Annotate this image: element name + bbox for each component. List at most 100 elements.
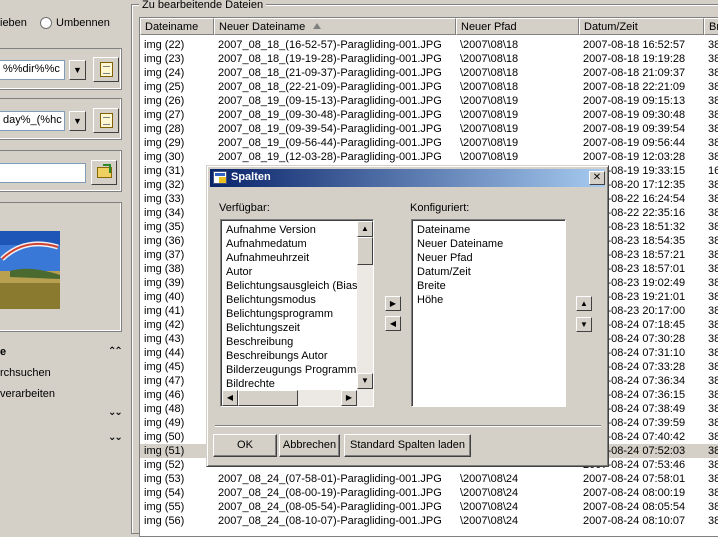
scroll-up-button[interactable]: ▲	[357, 221, 373, 237]
remove-column-button[interactable]: ◀	[385, 316, 401, 331]
configured-list-item[interactable]: Neuer Pfad	[417, 251, 473, 265]
table-cell: 2007_08_18_(16-52-57)-Paragliding-001.JP…	[218, 39, 442, 51]
dialog-title-bar[interactable]: Spalten ✕	[210, 169, 605, 187]
configured-list-item[interactable]: Datum/Zeit	[417, 265, 471, 279]
task-link-process[interactable]: verarbeiten	[0, 388, 55, 400]
grid-header: Dateiname Neuer Dateiname Neuer Pfad Dat…	[140, 18, 718, 35]
table-cell: img (42)	[144, 319, 185, 331]
available-list-item[interactable]: Aufnahmedatum	[226, 237, 307, 251]
table-cell: 38	[708, 375, 718, 387]
table-row[interactable]: img (22) 2007_08_18_(16-52-57)-Paraglidin…	[140, 38, 718, 52]
path-pattern-dropdown[interactable]: ▼	[69, 111, 86, 131]
column-header-new-filename[interactable]: Neuer Dateiname	[214, 18, 456, 35]
column-header-new-path[interactable]: Neuer Pfad	[456, 18, 579, 35]
table-row[interactable]: img (53) 2007_08_24_(07-58-01)-Paraglidin…	[140, 472, 718, 486]
document-icon	[100, 113, 113, 128]
load-default-columns-button[interactable]: Standard Spalten laden	[344, 434, 471, 457]
table-cell: 38	[708, 389, 718, 401]
pattern-box-2: day%_(%hc ▼	[0, 98, 122, 140]
available-vertical-scrollbar[interactable]: ▲ ▼	[357, 221, 373, 390]
table-cell: 38	[708, 319, 718, 331]
task-link-search[interactable]: rchsuchen	[0, 367, 51, 379]
table-cell: \2007\08\18	[460, 81, 519, 93]
path-pattern-field[interactable]: day%_(%hc	[0, 111, 65, 131]
ok-button[interactable]: OK	[213, 434, 277, 457]
path-pattern-editor-button[interactable]	[93, 108, 119, 133]
expand-chevron-icon[interactable]: ⌄⌄	[108, 408, 123, 418]
table-row[interactable]: img (56) 2007_08_24_(08-10-07)-Paraglidin…	[140, 514, 718, 528]
move-up-button[interactable]: ▲	[576, 296, 592, 311]
add-column-button[interactable]: ▶	[385, 296, 401, 311]
column-header-filename[interactable]: Dateiname	[140, 18, 214, 35]
available-list-item[interactable]: Belichtungsausgleich (Bias)	[226, 279, 361, 293]
table-row[interactable]: img (25) 2007_08_18_(22-21-09)-Paraglidin…	[140, 80, 718, 94]
cancel-button[interactable]: Abbrechen	[279, 434, 340, 457]
table-cell: 38	[708, 487, 718, 499]
table-row[interactable]: img (28) 2007_08_19_(09-39-54)-Paraglidin…	[140, 122, 718, 136]
available-list-item[interactable]: Autor	[226, 265, 252, 279]
configured-list-item[interactable]: Breite	[417, 279, 446, 293]
table-row[interactable]: img (54) 2007_08_24_(08-00-19)-Paraglidin…	[140, 486, 718, 500]
table-cell: 2007_08_18_(22-21-09)-Paragliding-001.JP…	[218, 81, 442, 93]
table-cell: img (40)	[144, 291, 185, 303]
available-list-item[interactable]: Bildrechte	[226, 377, 275, 391]
rename-radio[interactable]	[40, 17, 52, 29]
scroll-down-button[interactable]: ▼	[357, 373, 373, 389]
configured-listbox[interactable]: Dateiname Neuer Dateiname Neuer Pfad Datum/…	[411, 219, 566, 407]
close-button[interactable]: ✕	[589, 171, 605, 185]
available-list-item[interactable]: Aufnahmeuhrzeit	[226, 251, 309, 265]
table-cell: 38	[708, 431, 718, 443]
table-cell: 38	[708, 81, 718, 93]
expand-chevron-icon[interactable]: ⌄⌄	[108, 433, 123, 443]
table-cell: 38	[708, 39, 718, 51]
name-pattern-editor-button[interactable]	[93, 57, 119, 82]
table-row[interactable]: img (55) 2007_08_24_(08-05-54)-Paraglidin…	[140, 500, 718, 514]
table-cell: 38	[708, 67, 718, 79]
scroll-left-button[interactable]: ◀	[222, 390, 238, 406]
table-row[interactable]: img (30) 2007_08_19_(12-03-28)-Paraglidin…	[140, 150, 718, 164]
available-list-item[interactable]: Belichtungsprogramm	[226, 307, 333, 321]
left-panel: ieben Umbennen %%dir%%c ▼ day%_(%hc ▼ e …	[0, 0, 125, 524]
table-cell: 38	[708, 403, 718, 415]
configured-list-item[interactable]: Dateiname	[417, 223, 470, 237]
table-cell: img (43)	[144, 333, 185, 345]
table-row[interactable]: img (23) 2007_08_18_(19-19-28)-Paraglidin…	[140, 52, 718, 66]
available-horizontal-scrollbar[interactable]: ◀ ▶	[222, 390, 373, 406]
name-pattern-field[interactable]: %%dir%%c	[0, 60, 65, 80]
table-cell: img (56)	[144, 515, 185, 527]
vertical-scroll-thumb[interactable]	[357, 237, 373, 265]
column-header-datetime[interactable]: Datum/Zeit	[579, 18, 704, 35]
horizontal-scroll-thumb[interactable]	[238, 390, 298, 406]
available-list-item[interactable]: Aufnahme Version	[226, 223, 316, 237]
folder-icon	[97, 164, 112, 178]
name-pattern-dropdown[interactable]: ▼	[69, 60, 86, 80]
available-list-item[interactable]: Belichtungsmodus	[226, 293, 316, 307]
table-row[interactable]: img (29) 2007_08_19_(09-56-44)-Paraglidin…	[140, 136, 718, 150]
scroll-right-button[interactable]: ▶	[341, 390, 357, 406]
table-cell: \2007\08\19	[460, 109, 519, 121]
collapse-chevron-icon[interactable]: ⌃⌃	[108, 347, 123, 357]
table-cell: 38	[708, 305, 718, 317]
arrow-left-icon: ◀	[389, 319, 397, 328]
browse-folder-button[interactable]	[91, 160, 117, 185]
table-cell: 38	[708, 459, 718, 471]
available-list-item[interactable]: Bilderzeugungs Programm	[226, 363, 356, 377]
available-list-item[interactable]: Beschreibungs Autor	[226, 349, 328, 363]
configured-list-item[interactable]: Neuer Dateiname	[417, 237, 503, 251]
table-cell: \2007\08\24	[460, 515, 519, 527]
available-list-item[interactable]: Belichtungszeit	[226, 321, 300, 335]
table-row[interactable]: img (24) 2007_08_18_(21-09-37)-Paraglidin…	[140, 66, 718, 80]
configured-list-item[interactable]: Höhe	[417, 293, 443, 307]
table-cell: 2007_08_19_(09-39-54)-Paragliding-001.JP…	[218, 123, 442, 135]
table-cell: 38	[708, 277, 718, 289]
available-listbox[interactable]: Aufnahme Version Aufnahmedatum Aufnahmeuhr…	[220, 219, 374, 407]
radio-option-label-2: Umbennen	[56, 17, 110, 29]
available-list-item[interactable]: Beschreibung	[226, 335, 293, 349]
table-cell: 2007_08_24_(08-05-54)-Paragliding-001.JP…	[218, 501, 442, 513]
target-folder-field[interactable]	[0, 163, 86, 183]
table-row[interactable]: img (27) 2007_08_19_(09-30-48)-Paraglidin…	[140, 108, 718, 122]
move-down-button[interactable]: ▼	[576, 317, 592, 332]
column-header-width[interactable]: Br	[704, 18, 718, 35]
table-cell: img (55)	[144, 501, 185, 513]
table-row[interactable]: img (26) 2007_08_19_(09-15-13)-Paraglidin…	[140, 94, 718, 108]
